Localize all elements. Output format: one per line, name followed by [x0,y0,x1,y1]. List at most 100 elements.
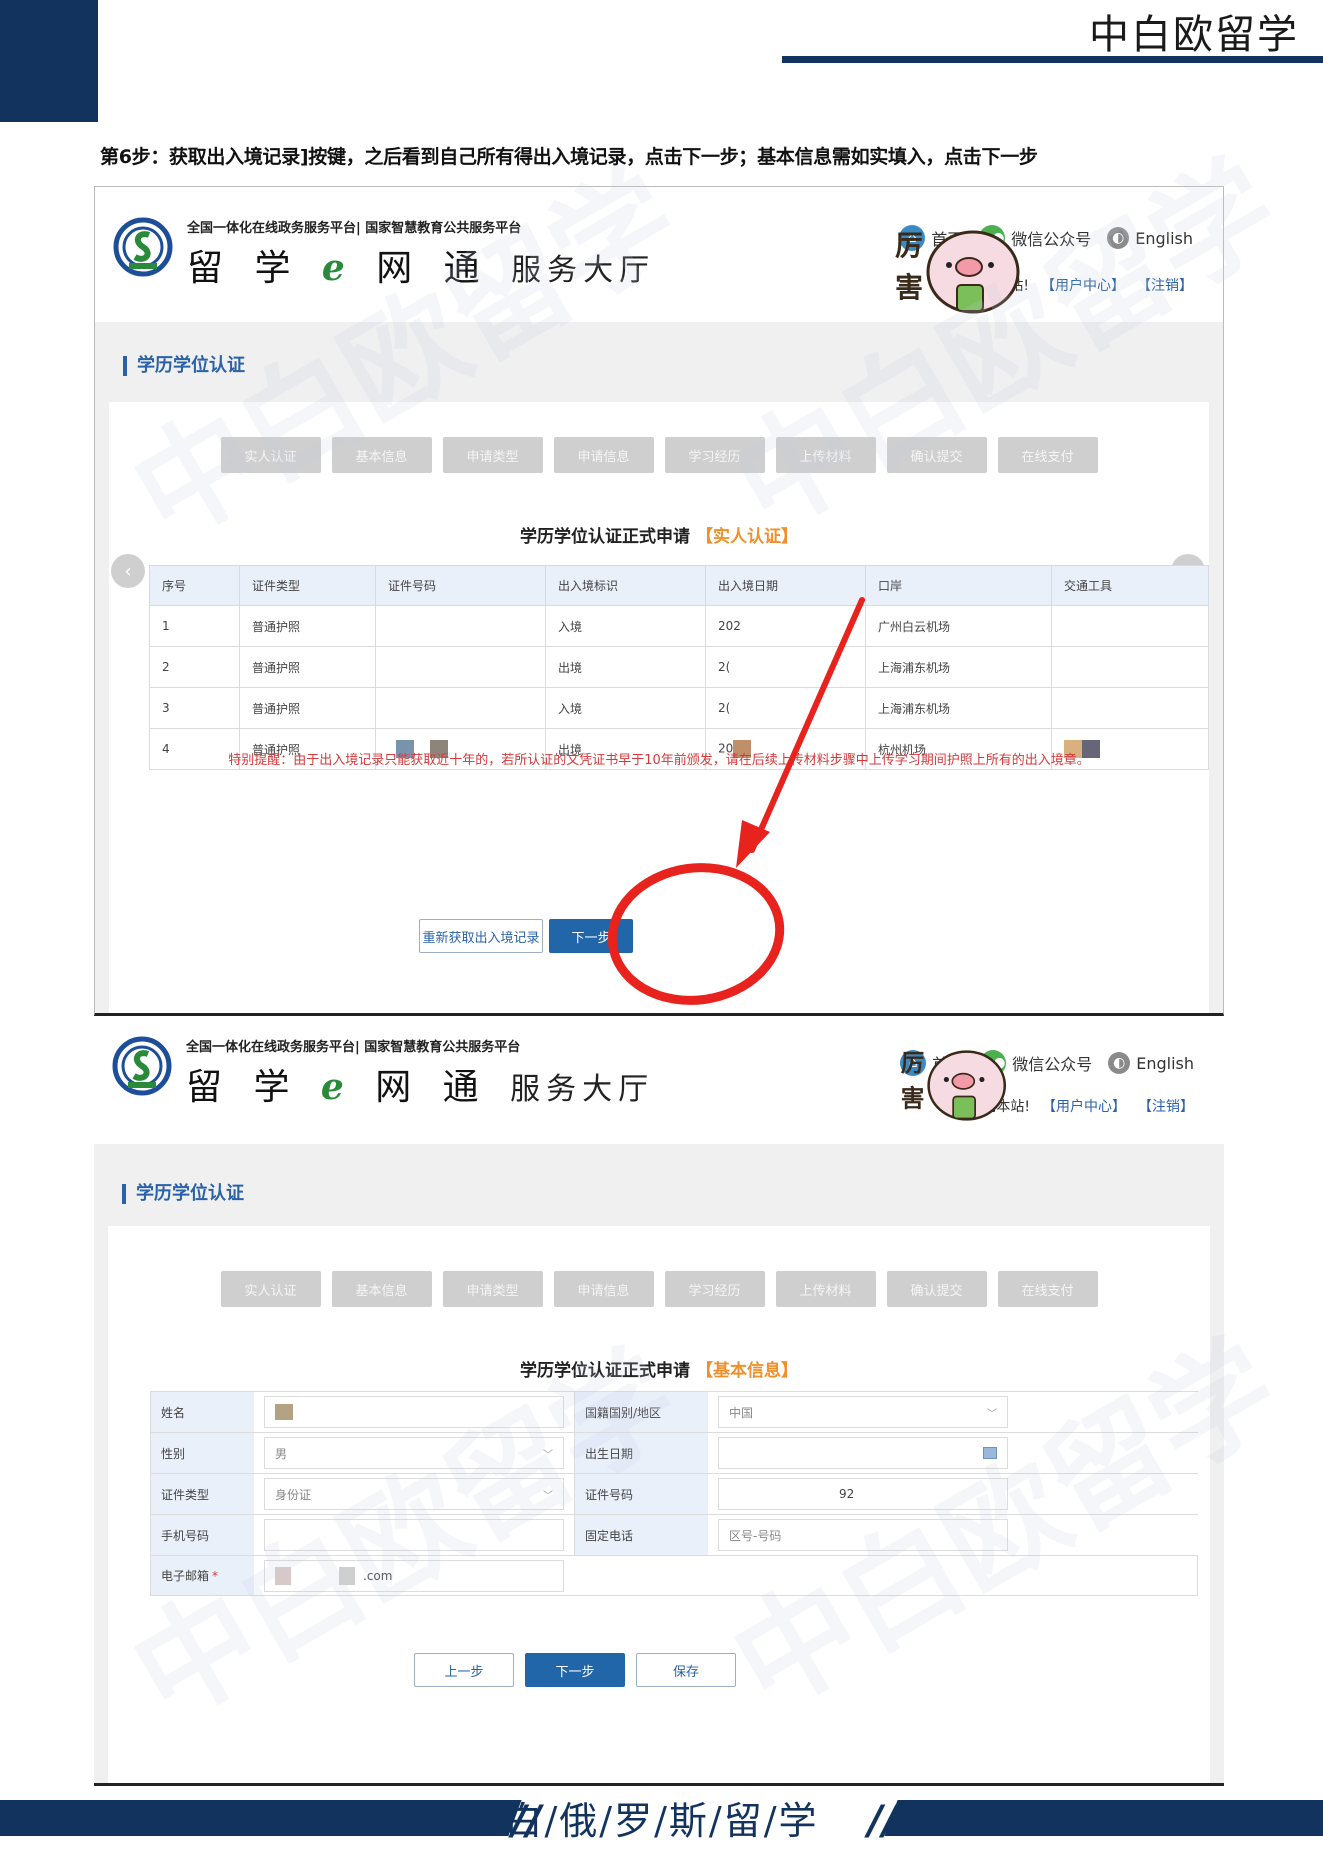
application-panel: 实人认证 基本信息 申请类型 申请信息 学习经历 上传材料 确认提交 在线支付 … [108,1226,1210,1783]
empty-cell [574,1556,1198,1595]
step-item[interactable]: 在线支付 [997,1271,1098,1307]
refetch-records-button[interactable]: 重新获取出入境记录 [419,919,543,953]
email-input[interactable]: .com [264,1559,564,1592]
next-step-button[interactable]: 下一步 [525,1653,625,1687]
chevron-down-icon: ﹀ [543,1449,553,1461]
table-header-row: 序号 证件类型 证件号码 出入境标识 出入境日期 口岸 交通工具 [149,565,1209,606]
cell-redacted [375,687,546,729]
landline-input[interactable]: 区号-号码 [718,1519,1008,1551]
step-item[interactable]: 确认提交 [886,437,987,473]
form-heading-text: 学历学位认证正式申请 [520,1361,691,1381]
cell-redacted [375,646,546,688]
form-heading: 学历学位认证正式申请 【基本信息】 [108,1356,1210,1381]
next-step-button[interactable]: 下一步 [549,919,633,953]
svg-text:厉: 厉 [901,1049,925,1077]
email-label-text: 电子邮箱 [161,1569,210,1583]
step-caption: 第6步：获取出入境记录]按键，之后看到自己所有得出入境记录，点击下一步；基本信息… [100,146,1038,168]
cell: 入境 [545,605,706,647]
step-item[interactable]: 在线支付 [997,437,1098,473]
step-item[interactable]: 确认提交 [886,1271,987,1307]
nationality-value: 中国 [729,1405,754,1420]
col-header: 口岸 [865,565,1052,606]
nav-english[interactable]: ◐ English [1107,227,1193,249]
form-row: 证件类型 身份证 ﹀ 证件号码 92 [150,1473,1198,1514]
globe-icon: ◐ [1108,1052,1131,1074]
chevron-down-icon: ﹀ [987,1408,997,1420]
step-bar: 实人认证 基本信息 申请类型 申请信息 学习经历 上传材料 确认提交 在线支付 [109,437,1209,473]
section-title: 学历学位认证 [122,1184,244,1204]
step-item[interactable]: 基本信息 [331,1271,432,1307]
table-row: 2 普通护照 出境 2( 上海浦东机场 [149,646,1209,688]
nav-english[interactable]: ◐ English [1108,1052,1194,1074]
step-item[interactable]: 基本信息 [331,437,432,473]
site-logo-icon [112,1036,172,1096]
chevron-down-icon: ﹀ [543,1490,553,1502]
mobile-input[interactable] [264,1519,564,1551]
site-name: 留 学 e 网 通 服务大厅 [186,1058,654,1110]
prev-step-button[interactable]: 上一步 [414,1653,514,1687]
cell: 普通护照 [239,687,376,729]
nationality-select[interactable]: 中国 ﹀ [718,1396,1008,1428]
step-item[interactable]: 申请信息 [553,1271,654,1307]
form-row: 姓名 国籍国别/地区 中国 ﹀ [150,1391,1198,1432]
table-row: 3 普通护照 入境 2( 上海浦东机场 [149,687,1209,729]
section-title: 学历学位认证 [123,356,245,376]
step-item[interactable]: 上传材料 [775,437,876,473]
user-center-link[interactable]: 【用户中心】 [1042,1096,1126,1116]
site-name-part: 网 通 [353,1067,489,1108]
cell-redacted [1051,605,1209,647]
birthdate-cell [708,1433,1018,1473]
step-item[interactable]: 申请类型 [442,437,543,473]
logout-link[interactable]: 【注销】 [1137,275,1193,295]
logout-link[interactable]: 【注销】 [1138,1096,1194,1116]
save-button[interactable]: 保存 [636,1653,736,1687]
cell: 上海浦东机场 [865,687,1052,729]
cell: 广州白云机场 [865,605,1052,647]
gender-cell: 男 ﹀ [254,1433,574,1473]
site-name: 留 学 e 网 通 服务大厅 [187,239,655,291]
step-item[interactable]: 实人认证 [220,1271,321,1307]
step-item[interactable]: 实人认证 [220,437,321,473]
step-item[interactable]: 申请类型 [442,1271,543,1307]
pig-sticker-icon: 厉 害 [901,1049,1007,1121]
id-type-select[interactable]: 身份证 ﹀ [264,1478,564,1510]
cell: 2 [149,646,240,688]
mobile-label: 手机号码 [150,1515,254,1555]
nav-wechat-label: 微信公众号 [1012,1055,1093,1074]
site-logo-icon [113,217,173,277]
calendar-icon[interactable] [983,1447,997,1459]
birthdate-input[interactable] [718,1437,1008,1469]
user-links: 站! 【用户中心】 【注销】 [1009,275,1193,295]
id-number-input[interactable]: 92 [718,1478,1008,1510]
col-header: 出入境标识 [545,565,706,606]
cell: 上海浦东机场 [865,646,1052,688]
id-type-value: 身份证 [275,1487,312,1502]
step-item[interactable]: 学习经历 [664,437,765,473]
site-name-part: 网 通 [354,248,490,289]
nav-wechat-label: 微信公众号 [1011,230,1092,249]
col-header: 证件号码 [375,565,546,606]
cell: 3 [149,687,240,729]
email-value: .com [363,1568,393,1583]
site-name-hall: 服务大厅 [511,253,656,288]
site-name-part: 留 学 [187,248,322,289]
name-cell [254,1392,574,1432]
user-center-link[interactable]: 【用户中心】 [1041,275,1125,295]
svg-text:厉: 厉 [895,229,923,262]
application-panel: 实人认证 基本信息 申请类型 申请信息 学习经历 上传材料 确认提交 在线支付 … [109,402,1209,1013]
step-item[interactable]: 上传材料 [775,1271,876,1307]
site-header: 全国一体化在线政务服务平台| 国家智慧教育公共服务平台 留 学 e 网 通 服务… [95,187,1223,322]
table-scroll-left[interactable]: ‹ [111,554,145,588]
id-type-cell: 身份证 ﹀ [254,1474,574,1514]
name-input[interactable] [264,1396,564,1428]
cell-redacted [1051,687,1209,729]
chevron-left-icon: ‹ [124,560,132,582]
site-name-hall: 服务大厅 [510,1072,655,1107]
nav-english-label: English [1135,228,1193,248]
svg-text:害: 害 [901,1085,925,1113]
step-item[interactable]: 学习经历 [664,1271,765,1307]
gender-select[interactable]: 男 ﹀ [264,1437,564,1469]
cell: 出境 [545,646,706,688]
entry-exit-table: 序号 证件类型 证件号码 出入境标识 出入境日期 口岸 交通工具 1 普通护照 [149,565,1209,770]
step-item[interactable]: 申请信息 [553,437,654,473]
